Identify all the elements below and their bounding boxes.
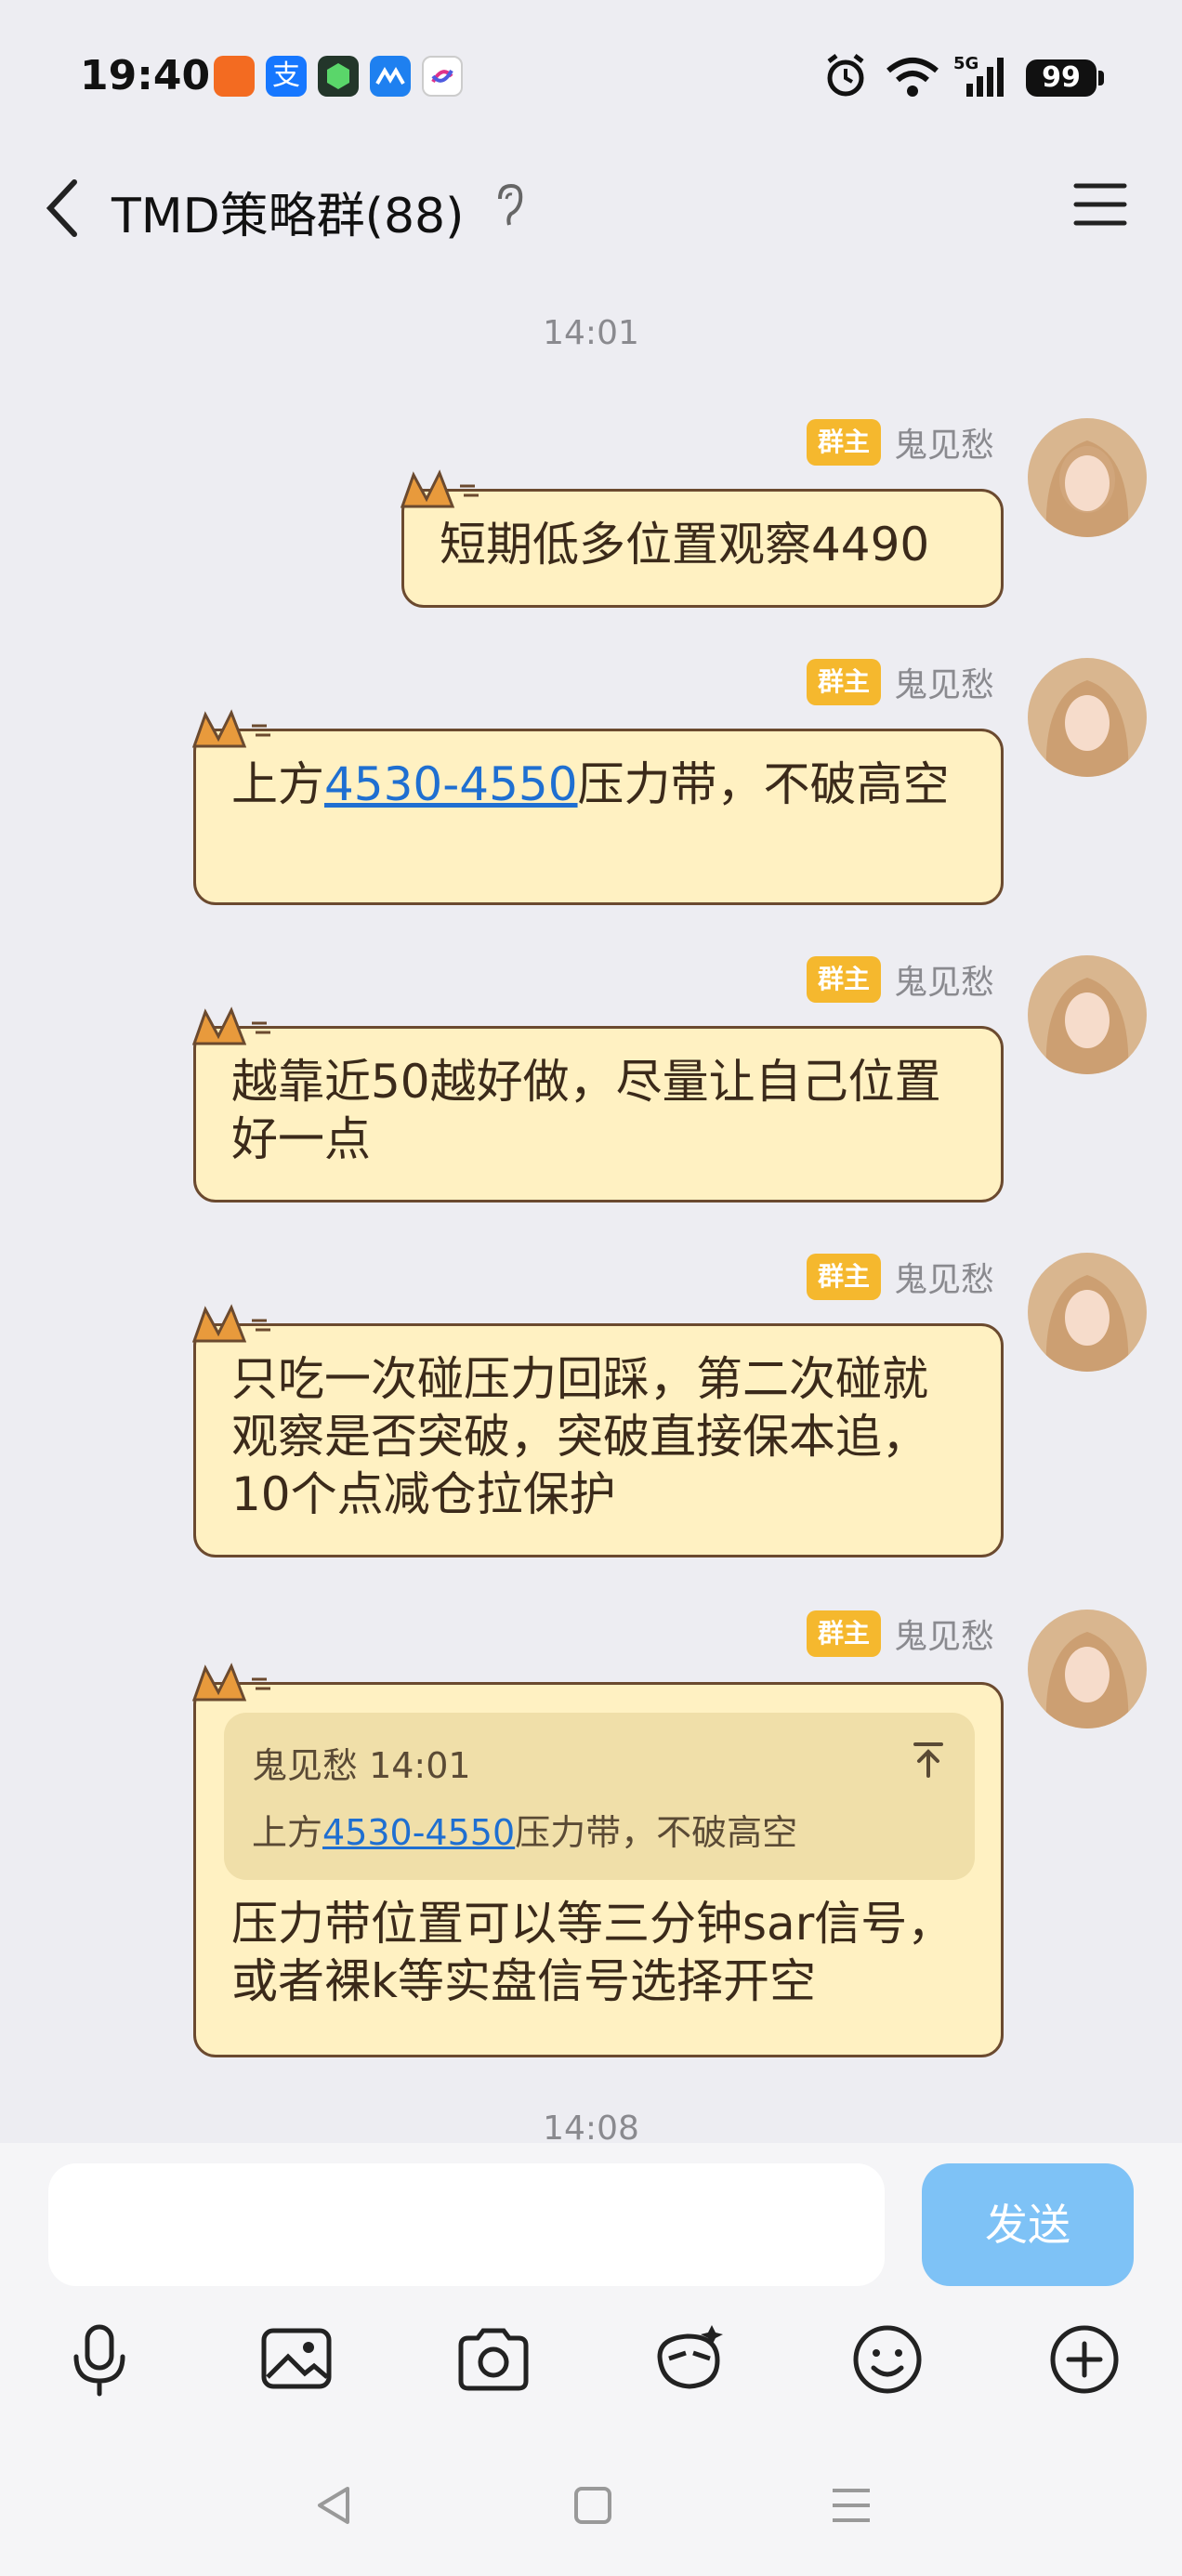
quote-text: 上方4530-4550压力带，不破高空 [252, 1812, 798, 1853]
price-link[interactable]: 4530-4550 [324, 757, 578, 811]
send-button[interactable]: 发送 [922, 2163, 1134, 2286]
menu-icon[interactable] [1069, 173, 1132, 236]
owner-badge: 群主 [806, 659, 881, 705]
sender-name[interactable]: 鬼见愁 [894, 1253, 994, 1301]
sender-info: 群主 鬼见愁 [806, 418, 994, 467]
message-bubble[interactable]: 上方4530-4550压力带，不破高空 [191, 709, 1004, 905]
back-icon[interactable] [37, 171, 93, 245]
cat-ears-icon [191, 709, 270, 748]
message-text: 上方4530-4550压力带，不破高空 [231, 757, 950, 811]
avatar[interactable] [1028, 658, 1147, 777]
sender-name[interactable]: 鬼见愁 [894, 1610, 994, 1658]
chat-header: TMD策略群(88) [0, 149, 1182, 268]
wifi-icon [886, 58, 939, 97]
nav-home-icon[interactable] [565, 2477, 621, 2533]
svg-text:5G: 5G [953, 54, 978, 73]
owner-badge: 群主 [806, 1610, 881, 1657]
status-bar: 19:40 支 5G 99 [0, 0, 1182, 149]
owner-badge: 群主 [806, 1254, 881, 1300]
group-title[interactable]: TMD策略群(88) [112, 177, 464, 246]
nav-recents-icon[interactable] [823, 2477, 879, 2533]
timestamp: 14:08 [543, 2109, 639, 2148]
avatar[interactable] [1028, 418, 1147, 537]
cat-ears-icon [191, 1304, 270, 1343]
quote-header: 鬼见愁 14:01 [252, 1745, 471, 1786]
composer: 发送 [0, 2143, 1182, 2576]
price-link[interactable]: 4530-4550 [322, 1812, 515, 1853]
avatar[interactable] [1028, 1253, 1147, 1372]
bank-icon [422, 56, 463, 97]
owner-badge: 群主 [806, 419, 881, 466]
alipay-icon: 支 [266, 56, 307, 97]
sender-name[interactable]: 鬼见愁 [894, 418, 994, 467]
ear-icon[interactable] [492, 182, 524, 230]
signal-5g-icon: 5G [953, 54, 1004, 97]
message-text: 只吃一次碰压力回踩，第二次碰就观察是否突破，突破直接保本追，10个点减仓拉保护 [231, 1352, 928, 1521]
message-text: 越靠近50越好做，尽量让自己位置好一点 [231, 1055, 941, 1166]
plus-icon[interactable] [1044, 2320, 1124, 2399]
cat-ears-icon [191, 1006, 270, 1045]
sender-name[interactable]: 鬼见愁 [894, 658, 994, 706]
sender-info: 群主 鬼见愁 [806, 1253, 994, 1301]
sender-info: 群主 鬼见愁 [806, 1610, 994, 1658]
message-bubble[interactable]: 鬼见愁 14:01 上方4530-4550压力带，不破高空 压力带位置可以等三分… [191, 1663, 1004, 2057]
avatar[interactable] [1028, 1610, 1147, 1728]
sender-name[interactable]: 鬼见愁 [894, 955, 994, 1004]
camera-icon[interactable] [453, 2320, 533, 2399]
nav-back-icon[interactable] [307, 2477, 362, 2533]
cat-ears-icon [400, 469, 479, 508]
message-input[interactable] [48, 2163, 885, 2286]
microphone-icon[interactable] [59, 2320, 139, 2399]
avatar[interactable] [1028, 955, 1147, 1074]
message-bubble[interactable]: 短期低多位置观察4490 [400, 469, 1004, 608]
image-icon[interactable] [256, 2320, 336, 2399]
message-text: 压力带位置可以等三分钟sar信号，或者裸k等实盘信号选择开空 [231, 1897, 954, 2008]
status-time: 19:40 [80, 52, 211, 99]
battery-indicator: 99 [1026, 59, 1104, 97]
alarm-icon [827, 54, 864, 97]
sticker-icon[interactable] [650, 2320, 730, 2399]
taobao-icon [214, 56, 255, 97]
quoted-message[interactable]: 鬼见愁 14:01 上方4530-4550压力带，不破高空 [224, 1713, 975, 1880]
jump-to-top-icon[interactable] [910, 1739, 947, 1780]
message-bubble[interactable]: 越靠近50越好做，尽量让自己位置好一点 [191, 1006, 1004, 1203]
cat-ears-icon [191, 1663, 270, 1702]
message-bubble[interactable]: 只吃一次碰压力回踩，第二次碰就观察是否突破，突破直接保本追，10个点减仓拉保护 [191, 1304, 1004, 1557]
timestamp: 14:01 [543, 314, 639, 352]
sender-info: 群主 鬼见愁 [806, 955, 994, 1004]
security-icon [318, 56, 359, 97]
meituan-icon [370, 56, 411, 97]
sender-info: 群主 鬼见愁 [806, 658, 994, 706]
emoji-icon[interactable] [847, 2320, 927, 2399]
owner-badge: 群主 [806, 956, 881, 1003]
